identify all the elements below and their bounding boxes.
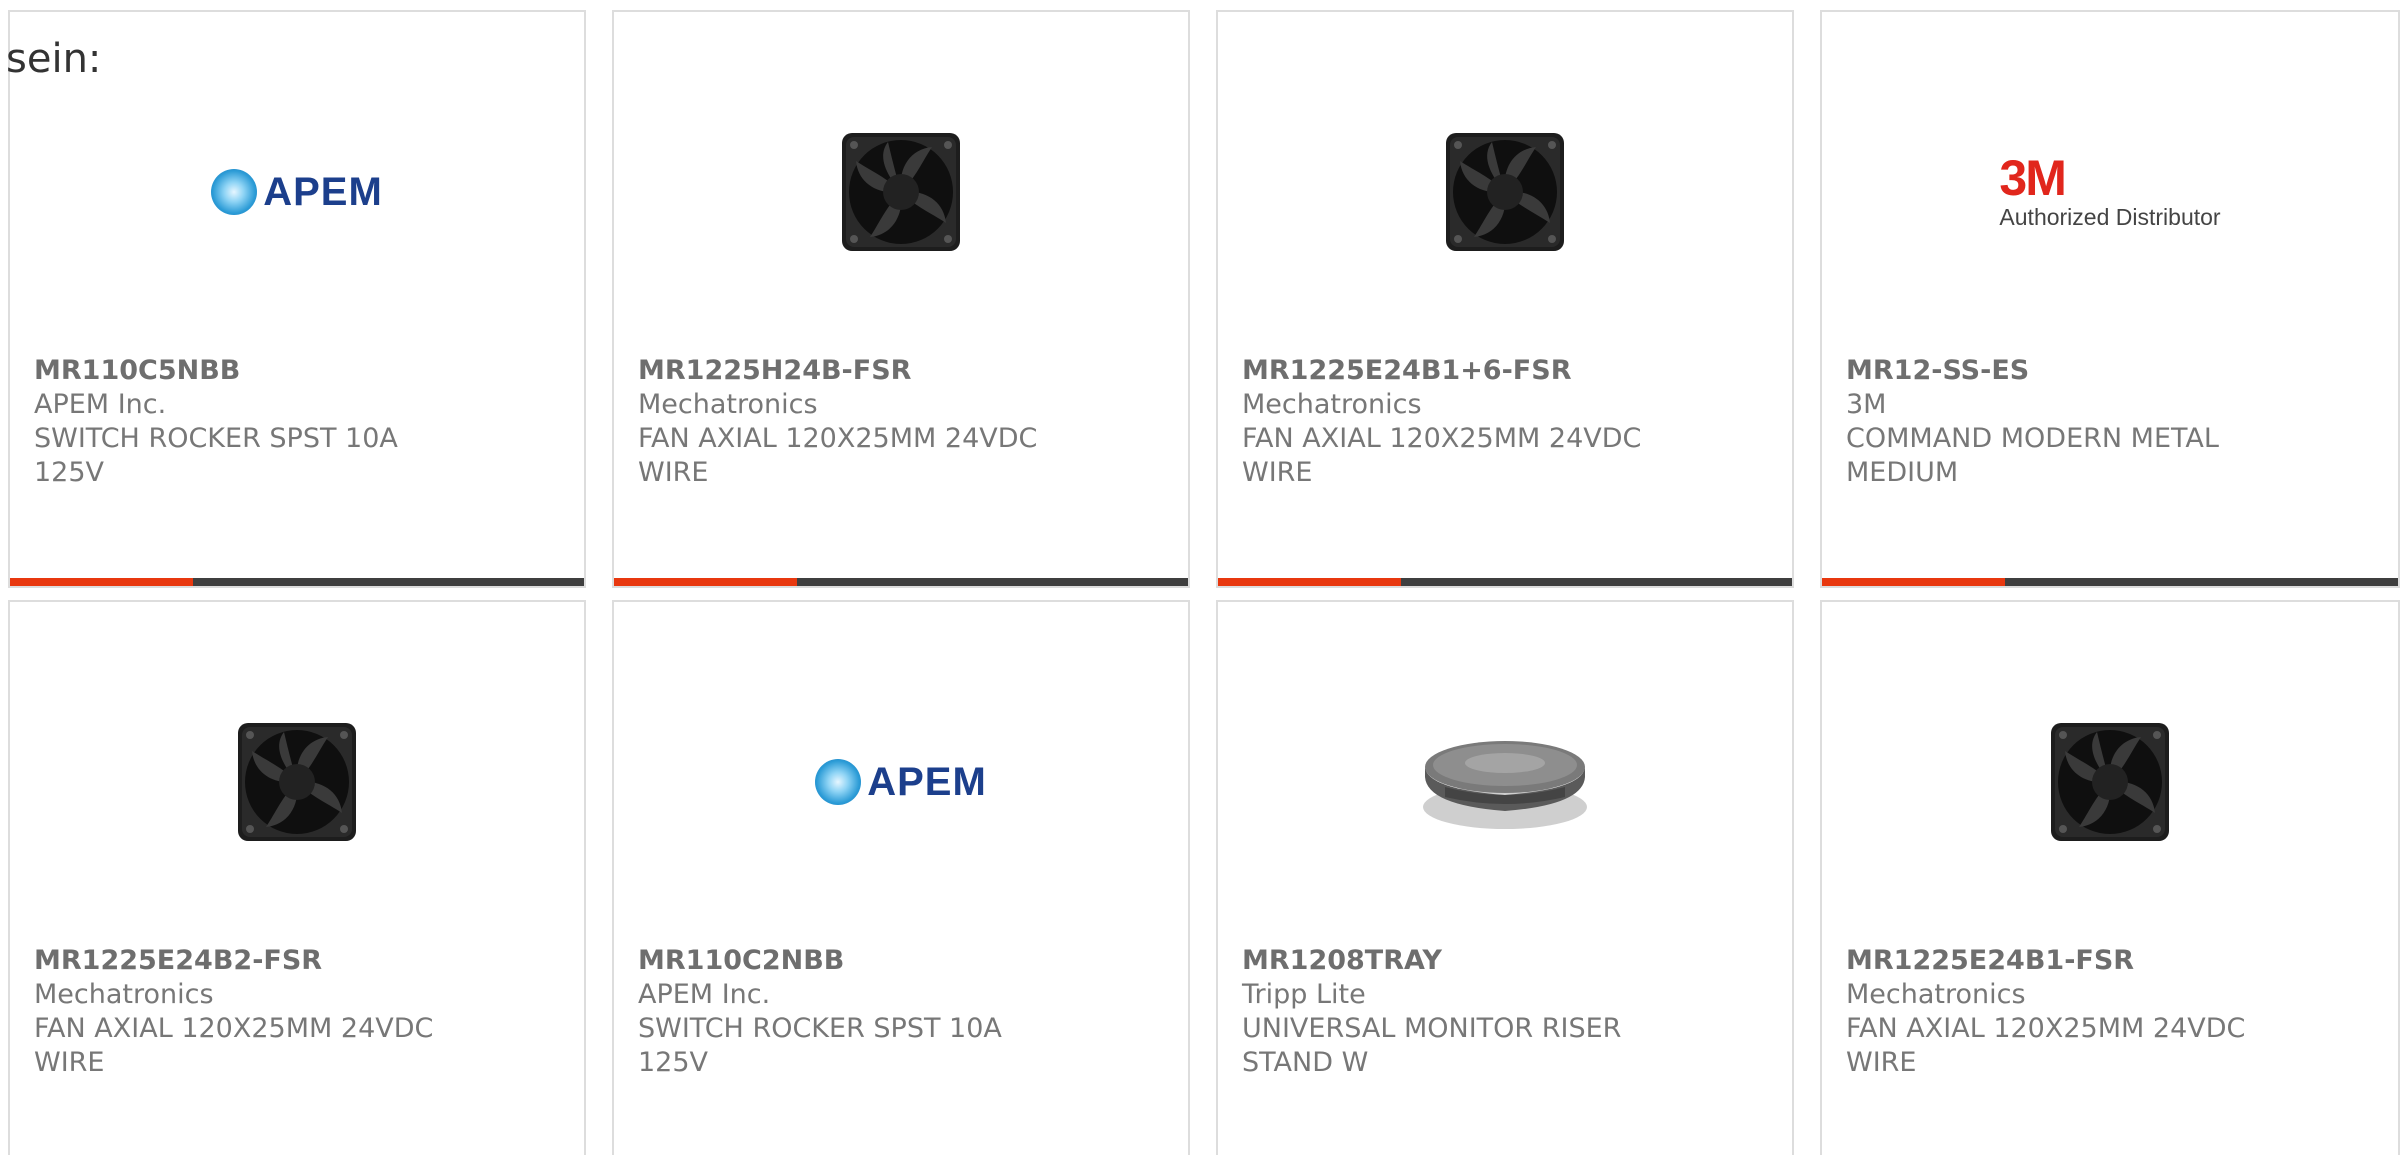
product-image[interactable] [10, 692, 584, 872]
description: SWITCH ROCKER SPST 10A 125V [638, 1013, 1002, 1078]
monitor-riser-icon [1423, 741, 1587, 829]
manufacturer: Mechatronics [1242, 389, 1422, 420]
manufacturer: Mechatronics [638, 389, 818, 420]
card-bottom-bar [10, 578, 584, 586]
fan-icon [1446, 133, 1564, 251]
apem-logo-circle-icon [211, 169, 258, 215]
part-number[interactable]: MR1225E24B1-FSR [1846, 944, 2374, 978]
card-accent-bar [1822, 578, 2005, 586]
manufacturer: 3M [1846, 389, 1887, 420]
manufacturer: APEM Inc. [34, 389, 167, 420]
product-grid-page: sein: APEM MR110C5NBB APEM Inc. SWITCH R… [0, 0, 2400, 1155]
product-card[interactable]: APEM MR110C5NBB APEM Inc. SWITCH ROCKER … [8, 10, 586, 588]
manufacturer: Mechatronics [34, 979, 214, 1010]
product-card[interactable]: MR1225E24B2-FSR Mechatronics FAN AXIAL 1… [8, 600, 586, 1155]
lead-text: sein: [6, 36, 102, 82]
card-bottom-bar [1822, 578, 2398, 586]
product-image[interactable]: APEM [10, 102, 584, 282]
part-number[interactable]: MR1225H24B-FSR [638, 354, 1164, 388]
product-image[interactable] [1822, 692, 2398, 872]
product-card[interactable]: MR1225H24B-FSR Mechatronics FAN AXIAL 12… [612, 10, 1190, 588]
apem-logo: APEM [211, 169, 383, 215]
description: FAN AXIAL 120X25MM 24VDC WIRE [1242, 423, 1642, 488]
product-card[interactable]: MR1208TRAY Tripp Lite UNIVERSAL MONITOR … [1216, 600, 1794, 1155]
card-accent-bar [10, 578, 193, 586]
description: FAN AXIAL 120X25MM 24VDC WIRE [34, 1013, 434, 1078]
apem-logo-circle-icon [815, 759, 862, 805]
card-bottom-bar [614, 578, 1188, 586]
part-number[interactable]: MR1208TRAY [1242, 944, 1768, 978]
description: SWITCH ROCKER SPST 10A 125V [34, 423, 398, 488]
product-image[interactable] [1218, 692, 1792, 872]
card-bottom-bar [1218, 578, 1792, 586]
apem-logo-text: APEM [867, 759, 987, 804]
3m-logo-subtext: Authorized Distributor [1999, 203, 2221, 230]
apem-logo: APEM [815, 759, 987, 805]
description: UNIVERSAL MONITOR RISER STAND W [1242, 1013, 1622, 1078]
part-number[interactable]: MR110C5NBB [34, 354, 560, 388]
description: FAN AXIAL 120X25MM 24VDC WIRE [638, 423, 1038, 488]
product-card[interactable]: MR1225E24B1+6-FSR Mechatronics FAN AXIAL… [1216, 10, 1794, 588]
part-number[interactable]: MR1225E24B1+6-FSR [1242, 354, 1768, 388]
fan-icon [842, 133, 960, 251]
3m-logo-mark: 3M [1999, 149, 2066, 206]
part-number[interactable]: MR110C2NBB [638, 944, 1164, 978]
card-accent-bar [1218, 578, 1401, 586]
fan-icon [2051, 723, 2169, 841]
product-image[interactable]: 3M Authorized Distributor [1822, 102, 2398, 282]
apem-logo-text: APEM [263, 169, 383, 214]
3m-logo: 3M Authorized Distributor [1999, 149, 2221, 231]
card-accent-bar [614, 578, 797, 586]
product-image[interactable]: APEM [614, 692, 1188, 872]
part-number[interactable]: MR12-SS-ES [1846, 354, 2374, 388]
manufacturer: APEM Inc. [638, 979, 771, 1010]
fan-icon [238, 723, 356, 841]
product-image[interactable] [1218, 102, 1792, 282]
description: FAN AXIAL 120X25MM 24VDC WIRE [1846, 1013, 2246, 1078]
manufacturer: Tripp Lite [1242, 979, 1366, 1010]
part-number[interactable]: MR1225E24B2-FSR [34, 944, 560, 978]
description: COMMAND MODERN METAL MEDIUM [1846, 423, 2219, 488]
manufacturer: Mechatronics [1846, 979, 2026, 1010]
product-card[interactable]: MR1225E24B1-FSR Mechatronics FAN AXIAL 1… [1820, 600, 2400, 1155]
product-card[interactable]: 3M Authorized Distributor MR12-SS-ES 3M … [1820, 10, 2400, 588]
product-image[interactable] [614, 102, 1188, 282]
product-card[interactable]: APEM MR110C2NBB APEM Inc. SWITCH ROCKER … [612, 600, 1190, 1155]
